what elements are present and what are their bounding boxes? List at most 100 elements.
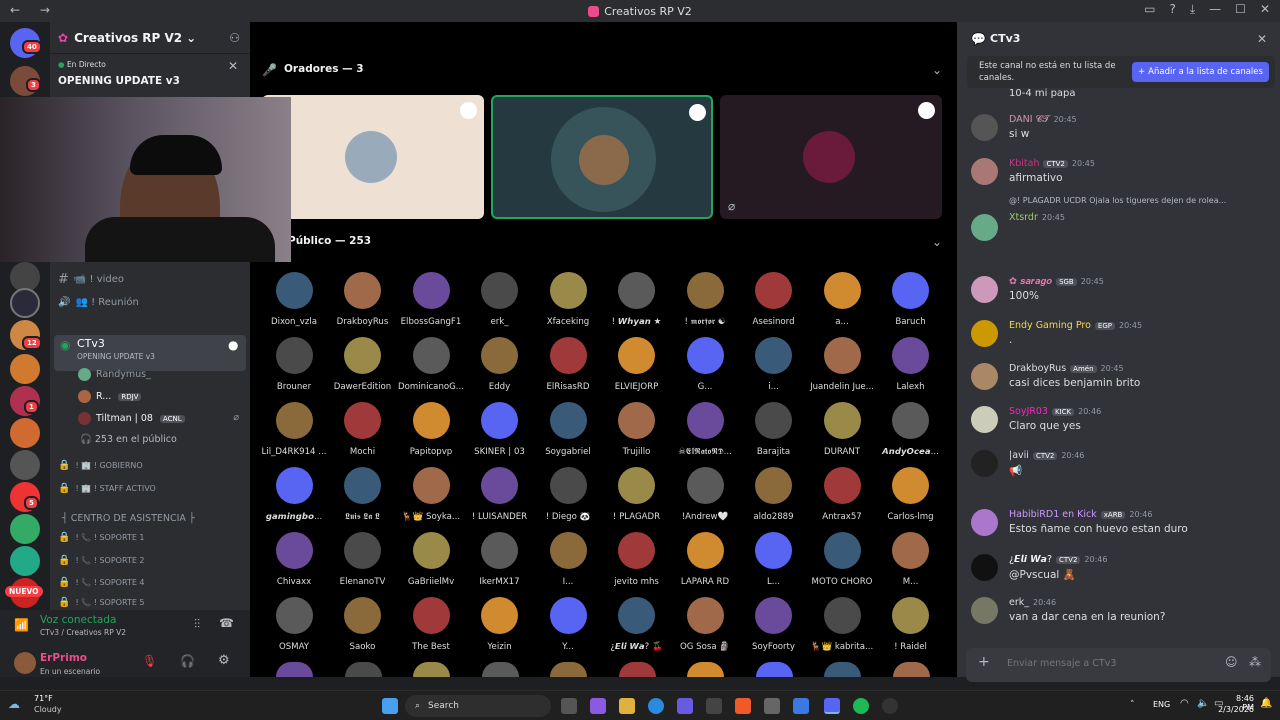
audience-member[interactable]: Baruch (877, 272, 945, 327)
discord-icon[interactable] (824, 698, 840, 714)
message-author[interactable]: ¿𝙀𝙡𝙞 𝙒𝙖? CTV2 20:46 (1009, 554, 1107, 565)
message-author[interactable]: ✿ 𝒔𝒂𝒓𝒂𝒈𝒐 SGB 20:45 (1009, 276, 1104, 287)
channel-soporte[interactable]: 🔒 ! 📞 ! SOPORTE 4 (58, 572, 246, 592)
audience-member[interactable]: LAPARA RD (671, 532, 739, 587)
message-avatar[interactable] (971, 363, 998, 390)
audience-member[interactable]: IkerMX17 (466, 532, 534, 587)
app-icon[interactable] (677, 698, 693, 714)
category-header[interactable]: ┤ CENTRO DE ASISTENCIA ├ (62, 513, 195, 524)
audience-member[interactable]: ! PLAGADR (603, 467, 671, 522)
audience-member[interactable]: DrakboyRus (329, 272, 397, 327)
audience-member[interactable]: ! 𝙒𝙝𝙮𝙖𝙣 ★ (603, 272, 671, 327)
inbox-icon[interactable]: ▭ (1144, 2, 1155, 17)
close-icon[interactable]: ✕ (228, 59, 238, 73)
message-avatar[interactable] (971, 450, 998, 477)
audience-member[interactable]: SoyFoorty (740, 597, 808, 652)
audience-member[interactable]: !Andrew🤍 (671, 467, 739, 522)
edge-icon[interactable] (648, 698, 664, 714)
server-header[interactable]: ✿ Creativos RP V2 ⌄ ⚇ (50, 22, 250, 54)
message-avatar[interactable] (971, 114, 998, 141)
chat-message[interactable]: Kbitah CTV2 20:45 afirmativo (971, 158, 1271, 198)
audience-member[interactable]: Soygabriel (534, 402, 602, 457)
headphones-icon[interactable]: 🎧 (180, 654, 195, 668)
settings-gear-icon[interactable]: ⚙ (218, 653, 230, 668)
chevron-down-icon[interactable]: ⌄ (932, 63, 942, 77)
help-icon[interactable]: ? (1169, 2, 1175, 17)
chat-message[interactable]: erk_ 20:46 van a dar cena en la reunion? (971, 597, 1271, 637)
audience-member[interactable]: SKINER | 03 (466, 402, 534, 457)
message-avatar[interactable] (971, 597, 998, 624)
chat-message[interactable]: SoyJR03 KICK 20:46 Claro que yes (971, 406, 1271, 446)
chat-message[interactable]: @! PLAGADR UCDR Ojala los tigueres dejen… (971, 196, 1271, 241)
audience-avatar[interactable] (413, 662, 450, 677)
audience-member[interactable]: ¿𝙀𝙡𝙞 𝙒𝙖? 🍒 (603, 597, 671, 652)
close-icon[interactable]: ✕ (1257, 32, 1267, 46)
audience-member[interactable]: Papitopvp (397, 402, 465, 457)
audience-member[interactable]: ElenanoTV (329, 532, 397, 587)
chat-message[interactable]: Endy Gaming Pro EGP 20:45. (971, 320, 1271, 360)
audience-member[interactable]: ! Diego 🐼 (534, 467, 602, 522)
audience-member[interactable]: 𝙜𝙖𝙢𝙞𝙣𝙜𝙗𝙤... (260, 467, 328, 522)
audience-member[interactable]: DominicanoG... (397, 337, 465, 392)
audience-member[interactable]: Mochi (329, 402, 397, 457)
chat-bubble-icon[interactable]: ● (228, 338, 238, 352)
chat-message[interactable]: HabibiRD1 en Kick xARB 20:46 Estos ñame con… (971, 509, 1271, 549)
channel-gobierno[interactable]: 🔒 ! 🏢 ! GOBIERNO (58, 455, 246, 475)
audience-member[interactable]: Dixon_vzla (260, 272, 328, 327)
message-avatar[interactable] (971, 554, 998, 581)
audience-avatar[interactable] (824, 662, 861, 677)
audience-member[interactable]: 🦌👑 kabrita... (808, 597, 876, 652)
task-view-icon[interactable] (561, 698, 577, 714)
audience-member[interactable]: Eddy (466, 337, 534, 392)
audience-member[interactable]: DawerEdition (329, 337, 397, 392)
chat-message[interactable]: ¿𝙀𝙡𝙞 𝙒𝙖? CTV2 20:46 @Pvscual 🧸 (971, 554, 1271, 594)
channel-video[interactable]: # 📹 ! video (58, 269, 246, 289)
audience-member[interactable]: ! Raidel (877, 597, 945, 652)
audience-avatar[interactable] (892, 662, 930, 677)
chat-message[interactable]: DrakboyRus Amén 20:45 casi dices benjamin b… (971, 363, 1271, 403)
audience-member[interactable]: Y... (534, 597, 602, 652)
app-icon[interactable] (793, 698, 809, 714)
brave-icon[interactable] (735, 698, 751, 714)
message-author[interactable]: Endy Gaming Pro EGP 20:45 (1009, 320, 1142, 331)
app-icon[interactable] (764, 698, 780, 714)
audience-avatar[interactable] (481, 662, 519, 677)
add-member-icon[interactable]: ⚇ (229, 31, 240, 45)
chat-message[interactable]: |avii CTV2 20:46 📢 (971, 450, 1271, 490)
download-icon[interactable]: ⤓ (1190, 2, 1195, 17)
audience-member[interactable]: i... (740, 337, 808, 392)
store-icon[interactable] (706, 698, 722, 714)
audience-avatar[interactable] (276, 662, 313, 677)
audience-member[interactable]: ! 𝖒𝖔𝖗𝖋𝖔𝖗 ☯ (671, 272, 739, 327)
audience-member[interactable]: MOTO CHORO (808, 532, 876, 587)
audience-member[interactable]: G... (671, 337, 739, 392)
server-icon[interactable] (10, 450, 40, 480)
stage-user[interactable]: Randymus_ (78, 368, 151, 381)
audience-member[interactable]: ☠𝕰𝖑𝕽𝖆𝖙𝖔𝕽𝕯... (671, 402, 739, 457)
taskbar-search[interactable]: ⌕ Search (405, 695, 551, 717)
chat-message[interactable]: ✿ 𝒔𝒂𝒓𝒂𝒈𝒐 SGB 20:45 100% (971, 276, 1271, 316)
wifi-icon[interactable]: ◠ (1180, 698, 1189, 709)
apps-icon[interactable]: ⁂ (1249, 655, 1261, 669)
audience-member[interactable]: Xfaceking (534, 272, 602, 327)
channel-soporte[interactable]: 🔒 ! 📞 ! SOPORTE 2 (58, 550, 246, 570)
audience-member[interactable]: Saoko (329, 597, 397, 652)
mute-mic-icon[interactable]: 🎙 (142, 654, 157, 668)
avatar[interactable] (14, 652, 36, 674)
server-icon[interactable] (10, 288, 40, 318)
copilot-icon[interactable] (590, 698, 606, 714)
message-author[interactable]: SoyJR03 KICK 20:46 (1009, 406, 1101, 417)
message-author[interactable]: Kbitah CTV2 20:45 (1009, 158, 1095, 169)
windows-start-icon[interactable] (382, 698, 398, 714)
audience-member[interactable]: Lalexh (877, 337, 945, 392)
server-icon[interactable] (10, 514, 40, 544)
message-avatar[interactable] (971, 406, 998, 433)
audience-member[interactable]: Carlos-lmg (877, 467, 945, 522)
audience-member[interactable]: ELVIEJORP (603, 337, 671, 392)
server-icon[interactable] (10, 354, 40, 384)
audience-member[interactable]: The Best (397, 597, 465, 652)
audience-member[interactable]: Trujillo (603, 402, 671, 457)
audience-member[interactable]: 𝘼𝙣𝙙𝙮𝙊𝙘𝙚𝙖... (877, 402, 945, 457)
message-author[interactable]: Xtsrdr 20:45 (1009, 212, 1065, 223)
channel-staff[interactable]: 🔒 ! 🏢 ! STAFF ACTIVO (58, 478, 246, 498)
